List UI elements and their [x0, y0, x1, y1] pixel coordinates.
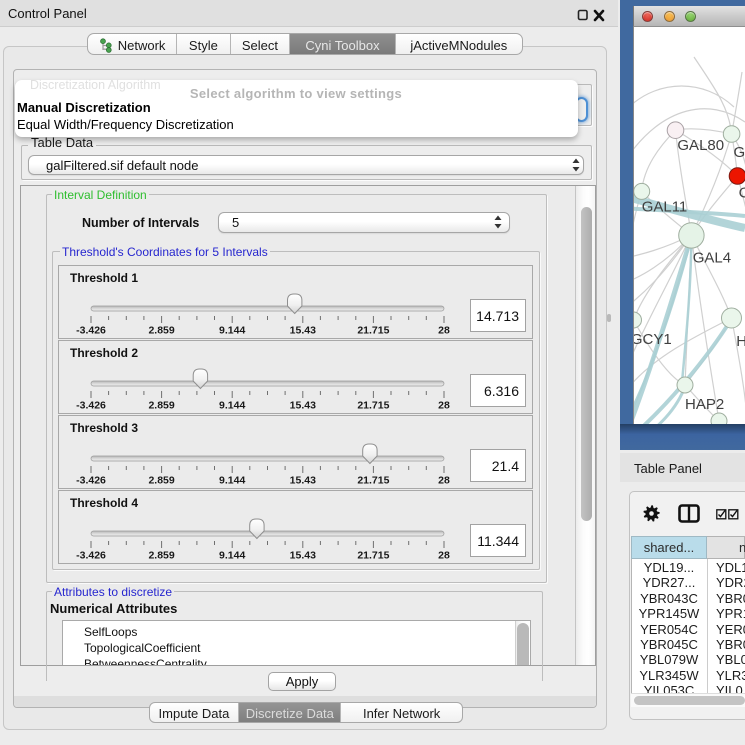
svg-text:21.715: 21.715	[357, 325, 389, 337]
svg-text:28: 28	[438, 550, 450, 562]
svg-text:9.144: 9.144	[219, 550, 245, 562]
svg-text:2.859: 2.859	[148, 475, 174, 487]
svg-text:-3.426: -3.426	[76, 400, 106, 412]
svg-text:9.144: 9.144	[219, 325, 245, 337]
svg-text:GCY1: GCY1	[634, 331, 672, 348]
svg-text:-3.426: -3.426	[76, 475, 106, 487]
svg-text:2.859: 2.859	[148, 400, 174, 412]
svg-text:15.43: 15.43	[290, 325, 316, 337]
svg-text:2.859: 2.859	[148, 550, 174, 562]
svg-text:15.43: 15.43	[290, 400, 316, 412]
svg-text:21.715: 21.715	[357, 400, 389, 412]
svg-text:C: C	[739, 185, 745, 202]
svg-text:9.144: 9.144	[219, 400, 245, 412]
svg-text:-3.426: -3.426	[76, 325, 106, 337]
svg-text:15.43: 15.43	[290, 550, 316, 562]
svg-text:GAL4: GAL4	[693, 250, 731, 267]
svg-text:GA: GA	[734, 144, 745, 161]
svg-text:15.43: 15.43	[290, 475, 316, 487]
svg-text:GAL80: GAL80	[677, 137, 724, 154]
svg-text:28: 28	[438, 475, 450, 487]
svg-text:21.715: 21.715	[357, 550, 389, 562]
svg-text:HAP2: HAP2	[685, 396, 724, 413]
svg-text:2.859: 2.859	[148, 325, 174, 337]
svg-text:28: 28	[438, 325, 450, 337]
svg-text:28: 28	[438, 400, 450, 412]
svg-text:-3.426: -3.426	[76, 550, 106, 562]
svg-text:GAL11: GAL11	[642, 199, 688, 216]
svg-text:H: H	[736, 333, 745, 350]
svg-text:21.715: 21.715	[357, 475, 389, 487]
svg-text:9.144: 9.144	[219, 475, 245, 487]
